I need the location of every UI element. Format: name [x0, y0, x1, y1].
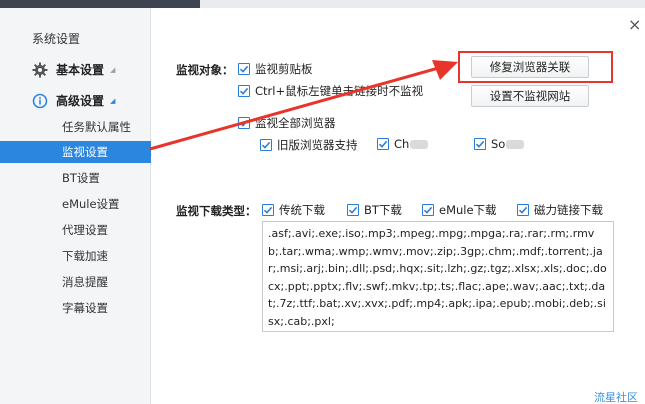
download-types-label: 监视下载类型： — [176, 204, 257, 218]
checkbox-label: 磁力链接下载 — [534, 203, 603, 217]
sidebar-item-bt[interactable]: BT设置 — [0, 167, 151, 189]
sidebar-item-monitor[interactable]: 监视设置 — [0, 141, 151, 163]
checkbox-checked-icon — [517, 204, 529, 216]
checkbox-label: Ch — [394, 137, 410, 151]
ctrl-click-checkbox[interactable]: Ctrl+鼠标左键单击链接时不监视 — [238, 83, 423, 99]
checkbox-label: eMule下载 — [439, 203, 497, 217]
other-browser-checkbox[interactable]: So — [474, 137, 525, 151]
no-monitor-site-button[interactable]: 设置不监视网站 — [471, 85, 589, 107]
bt-download-checkbox[interactable]: BT下载 — [347, 202, 402, 218]
sidebar-item-subtitles[interactable]: 字幕设置 — [0, 297, 151, 319]
gear-icon — [32, 62, 48, 78]
sidebar-item-proxy[interactable]: 代理设置 — [0, 219, 151, 241]
sidebar-group-basic[interactable]: 基本设置 ◢ — [32, 61, 115, 78]
blurred-text — [410, 139, 429, 149]
sidebar: 系统设置 基本设置 ◢ 高级设置 ◢ 任务默认属性 监视设置 BT设置 eMul… — [0, 8, 151, 404]
checkbox-label: Ctrl+鼠标左键单击链接时不监视 — [255, 84, 424, 98]
checkbox-checked-icon — [260, 139, 272, 151]
checkbox-checked-icon — [377, 138, 389, 150]
top-strip-dark — [0, 0, 200, 8]
checkbox-label: 监视剪贴板 — [255, 62, 313, 76]
legacy-browser-checkbox[interactable]: 旧版浏览器支持 — [260, 137, 358, 153]
watermark-text: 流星社区 — [594, 391, 638, 404]
sidebar-item-task-defaults[interactable]: 任务默认属性 — [0, 116, 151, 138]
extensions-textarea[interactable]: .asf;.avi;.exe;.iso;.mp3;.mpeg;.mpg;.mpg… — [262, 221, 614, 332]
checkbox-checked-icon — [422, 204, 434, 216]
sidebar-group-label: 高级设置 — [56, 94, 105, 108]
checkbox-label: BT下载 — [364, 203, 402, 217]
sidebar-item-acceleration[interactable]: 下载加速 — [0, 245, 151, 267]
repair-browser-button[interactable]: 修复浏览器关联 — [471, 56, 589, 78]
checkbox-checked-icon — [262, 204, 274, 216]
sidebar-group-label: 基本设置 — [56, 63, 105, 77]
expand-caret-icon: ◢ — [110, 96, 116, 105]
checkbox-label: 旧版浏览器支持 — [277, 138, 358, 152]
info-icon — [32, 93, 48, 109]
collapse-caret-icon: ◢ — [110, 65, 116, 74]
checkbox-checked-icon — [238, 85, 250, 97]
sidebar-title: 系统设置 — [32, 32, 81, 46]
traditional-download-checkbox[interactable]: 传统下载 — [262, 202, 325, 218]
sidebar-group-advanced[interactable]: 高级设置 ◢ — [32, 92, 115, 109]
checkbox-label: So — [491, 137, 506, 151]
close-button[interactable]: × — [628, 17, 641, 33]
checkbox-checked-icon — [474, 138, 486, 150]
checkbox-label: 传统下载 — [279, 203, 325, 217]
checkbox-checked-icon — [238, 117, 250, 129]
checkbox-checked-icon — [347, 204, 359, 216]
clipboard-checkbox[interactable]: 监视剪贴板 — [238, 61, 313, 77]
sidebar-item-emule[interactable]: eMule设置 — [0, 193, 151, 215]
emule-download-checkbox[interactable]: eMule下载 — [422, 202, 497, 218]
checkbox-label: 监视全部浏览器 — [255, 116, 336, 130]
chrome-checkbox[interactable]: Ch — [377, 137, 429, 151]
all-browsers-checkbox[interactable]: 监视全部浏览器 — [238, 115, 336, 131]
sidebar-item-notifications[interactable]: 消息提醒 — [0, 271, 151, 293]
blurred-text — [506, 139, 525, 149]
monitor-object-label: 监视对象： — [176, 63, 234, 77]
magnet-download-checkbox[interactable]: 磁力链接下载 — [517, 202, 603, 218]
window-top-strip — [0, 0, 645, 8]
checkbox-checked-icon — [238, 63, 250, 75]
